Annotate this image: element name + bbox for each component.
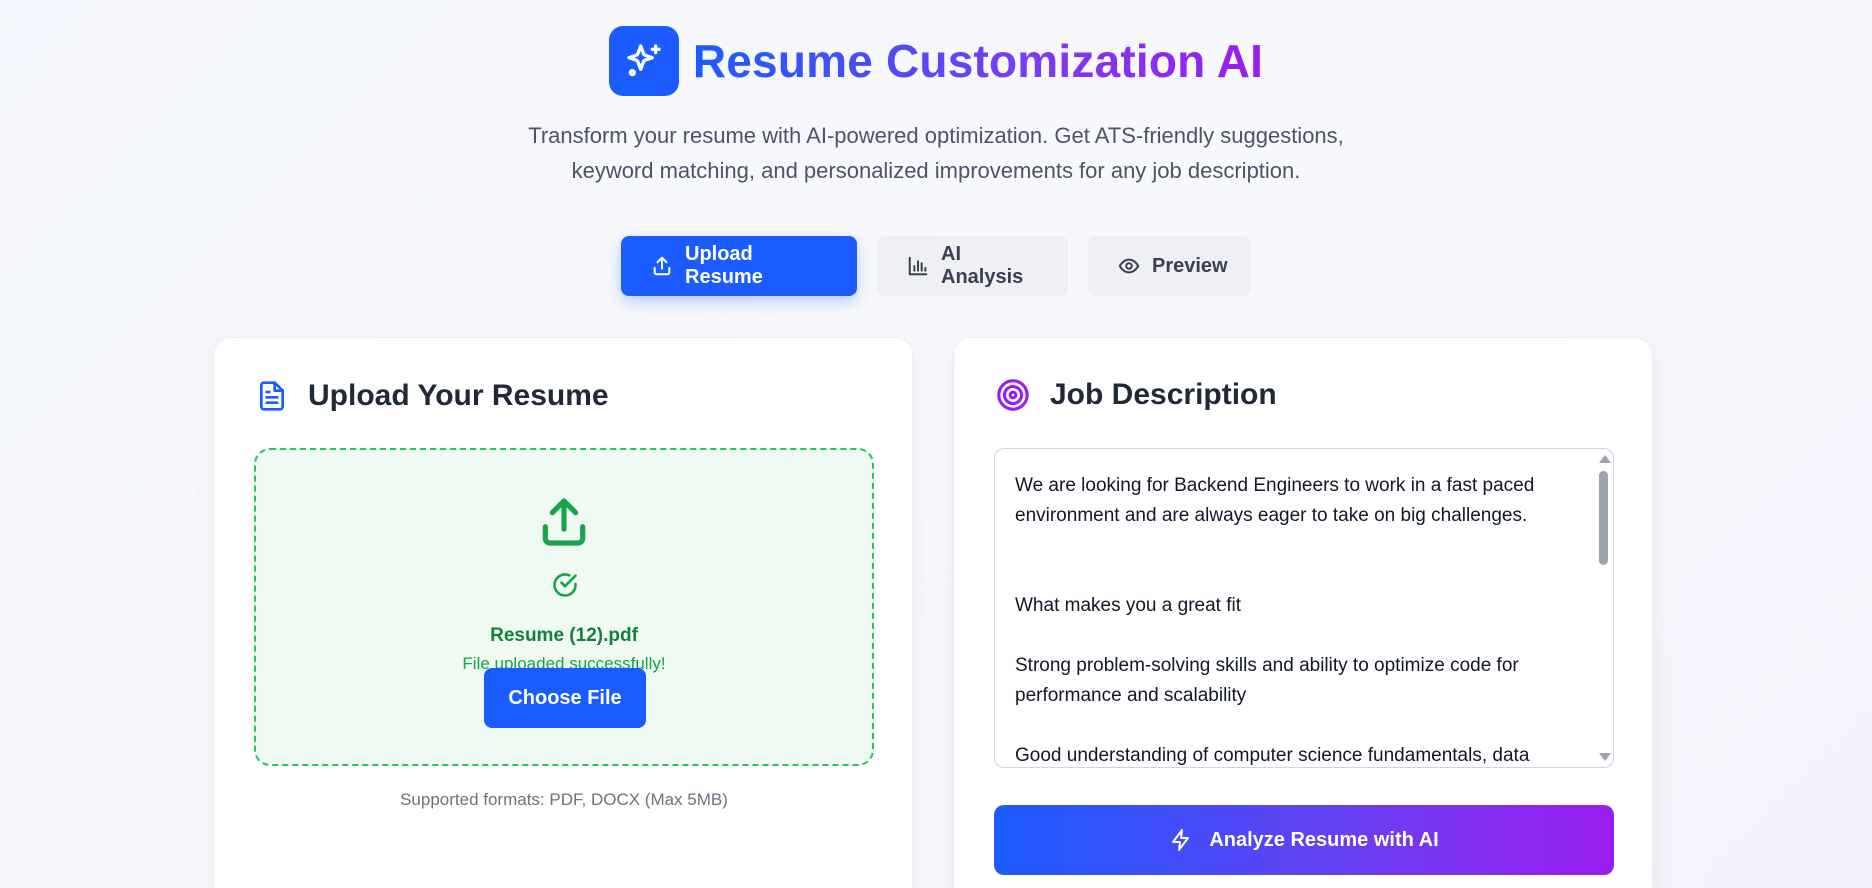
upload-card-title: Upload Your Resume bbox=[308, 379, 609, 412]
textarea-scrollbar[interactable] bbox=[1593, 449, 1613, 767]
choose-file-button[interactable]: Choose File bbox=[484, 668, 646, 728]
page-title: Resume Customization AI bbox=[692, 35, 1264, 87]
job-description-card: Job Description We are looking for Backe… bbox=[953, 337, 1653, 888]
subtitle-line-2: keyword matching, and personalized impro… bbox=[571, 158, 1301, 183]
zap-icon bbox=[1172, 829, 1190, 851]
tab-preview[interactable]: Preview bbox=[1088, 236, 1251, 296]
file-dropzone[interactable]: Resume (12).pdf File uploaded successful… bbox=[254, 448, 874, 766]
tab-upload-resume[interactable]: Upload Resume bbox=[621, 236, 857, 296]
subtitle-line-1: Transform your resume with AI-powered op… bbox=[528, 123, 1344, 148]
job-description-text: We are looking for Backend Engineers to … bbox=[1015, 475, 1535, 766]
scrollbar-thumb[interactable] bbox=[1599, 471, 1608, 565]
uploaded-file-name: Resume (12).pdf bbox=[490, 625, 638, 646]
title-row: Resume Customization AI bbox=[0, 26, 1872, 96]
upload-icon bbox=[653, 256, 671, 276]
job-card-header: Job Description bbox=[996, 378, 1277, 412]
target-icon bbox=[997, 379, 1029, 411]
tab-bar: Upload Resume AI Analysis Preview bbox=[0, 236, 1872, 296]
sparkles-icon bbox=[608, 26, 679, 96]
check-circle-icon bbox=[553, 573, 577, 597]
job-card-title: Job Description bbox=[1050, 378, 1277, 411]
scroll-down-arrow[interactable] bbox=[1599, 753, 1611, 761]
tab-ai-analysis-label: AI Analysis bbox=[941, 243, 1024, 288]
scroll-up-arrow[interactable] bbox=[1599, 455, 1611, 463]
bar-chart-icon bbox=[908, 256, 928, 276]
analyze-resume-button[interactable]: Analyze Resume with AI bbox=[994, 805, 1614, 875]
analyze-button-label: Analyze Resume with AI bbox=[1209, 828, 1439, 851]
eye-icon bbox=[1118, 258, 1140, 274]
job-description-textarea[interactable]: We are looking for Backend Engineers to … bbox=[994, 448, 1614, 768]
tab-preview-label: Preview bbox=[1152, 254, 1228, 277]
file-text-icon bbox=[260, 381, 284, 411]
supported-formats: Supported formats: PDF, DOCX (Max 5MB) bbox=[400, 790, 728, 809]
tab-upload-resume-label: Upload Resume bbox=[685, 243, 763, 288]
upload-card-header: Upload Your Resume bbox=[256, 378, 609, 414]
upload-card: Upload Your Resume Resume (12).pdf File … bbox=[213, 337, 913, 888]
upload-large-icon bbox=[542, 498, 586, 546]
tab-ai-analysis[interactable]: AI Analysis bbox=[877, 236, 1068, 296]
page-subtitle: Transform your resume with AI-powered op… bbox=[0, 118, 1872, 188]
